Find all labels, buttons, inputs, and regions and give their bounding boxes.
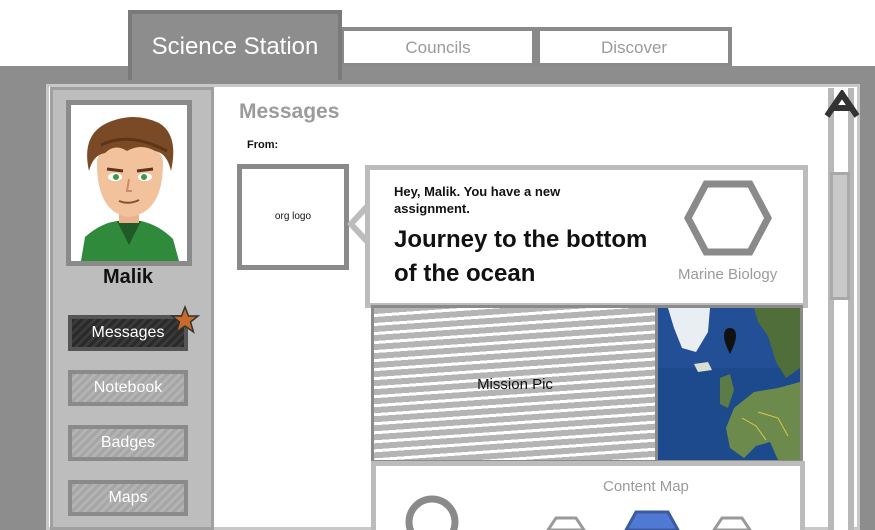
star-icon: [169, 304, 201, 340]
hexagon-node-icon: [712, 516, 752, 530]
avatar-illustration: [71, 105, 187, 261]
sidebar-item-notebook[interactable]: Notebook: [68, 370, 188, 406]
avatar: [66, 100, 192, 266]
scroll-up-arrow-icon[interactable]: [821, 90, 863, 122]
hexagon-node-icon: [546, 516, 586, 530]
sidebar-item-maps[interactable]: Maps: [68, 480, 188, 516]
scrollbar-track[interactable]: [828, 88, 854, 530]
message-greeting: Hey, Malik. You have a new assignment.: [394, 184, 561, 216]
tab-discover[interactable]: Discover: [536, 27, 732, 67]
tab-councils[interactable]: Councils: [340, 27, 536, 67]
user-name: Malik: [102, 266, 154, 288]
location-map[interactable]: [655, 305, 803, 463]
mission-pic-label: Mission Pic: [477, 376, 553, 393]
hexagon-icon: [684, 180, 772, 256]
assignment-title: Journey to the bottom of the ocean: [394, 226, 648, 287]
scrollbar-thumb[interactable]: [830, 172, 850, 300]
content-map-label: Content Map: [603, 478, 689, 495]
subject-label: Marine Biology: [678, 266, 778, 283]
from-label: From:: [247, 139, 279, 151]
map-illustration: [658, 308, 800, 460]
hexagon-node-active-icon: [624, 510, 680, 530]
sidebar-item-badges[interactable]: Badges: [68, 425, 188, 461]
page-title: Messages: [239, 100, 340, 123]
ring-icon: [405, 495, 459, 530]
org-logo: org logo: [237, 164, 349, 270]
tab-science-station[interactable]: Science Station: [128, 10, 342, 80]
